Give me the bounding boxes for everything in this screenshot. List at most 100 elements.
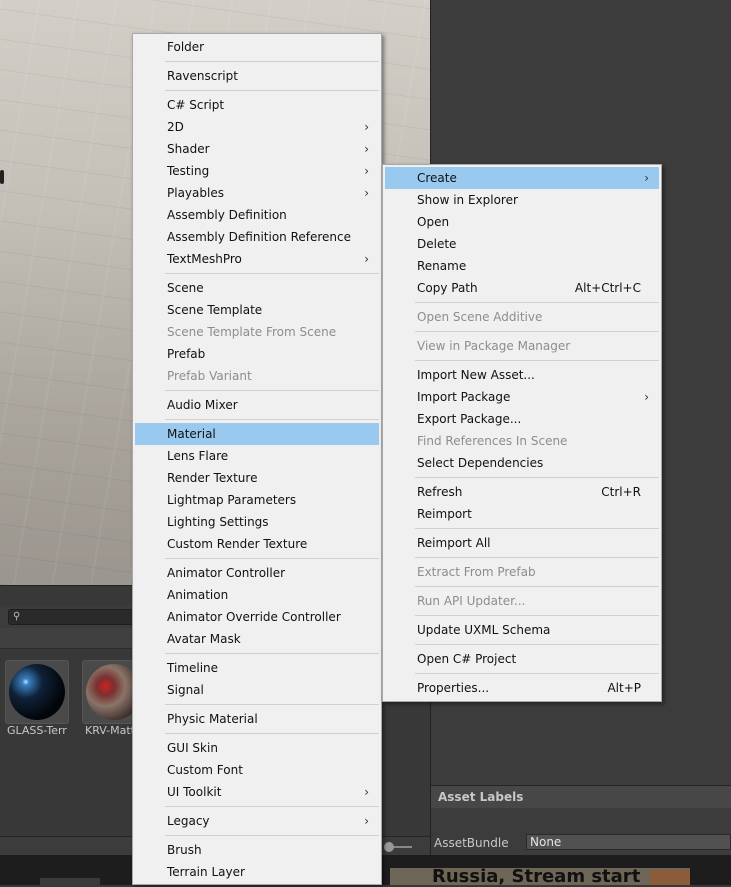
- menu-item-assembly-definition-reference[interactable]: Assembly Definition Reference: [135, 226, 379, 248]
- menu-item-label: Reimport: [417, 507, 472, 521]
- asset-labels-header[interactable]: Asset Labels: [431, 785, 731, 808]
- menu-separator: [415, 615, 659, 616]
- menu-item-custom-render-texture[interactable]: Custom Render Texture: [135, 533, 379, 555]
- menu-item-scene-template[interactable]: Scene Template: [135, 299, 379, 321]
- menu-item-label: Open: [417, 215, 450, 229]
- menu-item-gui-skin[interactable]: GUI Skin: [135, 737, 379, 759]
- menu-item-ravenscript[interactable]: Ravenscript: [135, 65, 379, 87]
- menu-item-select-dependencies[interactable]: Select Dependencies: [385, 452, 659, 474]
- menu-item-shader[interactable]: Shader ›: [135, 138, 379, 160]
- menu-item-run-api-updater: Run API Updater...: [385, 590, 659, 612]
- menu-item-folder[interactable]: Folder: [135, 36, 379, 58]
- menu-item-label: Material: [167, 427, 216, 441]
- menu-item-audio-mixer[interactable]: Audio Mixer: [135, 394, 379, 416]
- menu-item-import-package[interactable]: Import Package ›: [385, 386, 659, 408]
- menu-item-scene[interactable]: Scene: [135, 277, 379, 299]
- assetbundle-dropdown[interactable]: None: [526, 834, 731, 850]
- menu-item-import-new-asset[interactable]: Import New Asset...: [385, 364, 659, 386]
- menu-item-lighting-settings[interactable]: Lighting Settings: [135, 511, 379, 533]
- menu-separator: [415, 302, 659, 303]
- menu-item-update-uxml-schema[interactable]: Update UXML Schema: [385, 619, 659, 641]
- menu-item-show-in-explorer[interactable]: Show in Explorer: [385, 189, 659, 211]
- background-thumbnail: [650, 870, 690, 885]
- menu-separator: [165, 653, 379, 654]
- menu-separator: [415, 586, 659, 587]
- menu-item-signal[interactable]: Signal: [135, 679, 379, 701]
- menu-item-create[interactable]: Create ›: [385, 167, 659, 189]
- menu-item-assembly-definition[interactable]: Assembly Definition: [135, 204, 379, 226]
- menu-item-prefab-variant: Prefab Variant: [135, 365, 379, 387]
- menu-item-label: Rename: [417, 259, 467, 273]
- menu-item-animation[interactable]: Animation: [135, 584, 379, 606]
- menu-item-lightmap-parameters[interactable]: Lightmap Parameters: [135, 489, 379, 511]
- search-icon: ⚲: [13, 611, 21, 622]
- menu-item-reimport[interactable]: Reimport: [385, 503, 659, 525]
- chevron-right-icon: ›: [364, 785, 369, 799]
- menu-item-export-package[interactable]: Export Package...: [385, 408, 659, 430]
- menu-item-animator-override-controller[interactable]: Animator Override Controller: [135, 606, 379, 628]
- asset-name[interactable]: GLASS-Terr: [7, 724, 67, 737]
- menu-item-label: Render Texture: [167, 471, 258, 485]
- menu-separator: [165, 835, 379, 836]
- menu-item-custom-font[interactable]: Custom Font: [135, 759, 379, 781]
- menu-item-label: Legacy: [167, 814, 210, 828]
- menu-item-open[interactable]: Open: [385, 211, 659, 233]
- menu-item-label: Testing: [167, 164, 210, 178]
- material-sphere-icon: [9, 664, 65, 720]
- zoom-slider-knob[interactable]: [384, 842, 394, 852]
- menu-item-lens-flare[interactable]: Lens Flare: [135, 445, 379, 467]
- menu-item-label: Lightmap Parameters: [167, 493, 297, 507]
- menu-item-brush[interactable]: Brush: [135, 839, 379, 861]
- asset-thumbnail[interactable]: [5, 660, 69, 724]
- menu-item-label: Terrain Layer: [167, 865, 245, 879]
- menu-item-label: Animation: [167, 588, 229, 602]
- menu-item-label: Lens Flare: [167, 449, 229, 463]
- menu-separator: [165, 558, 379, 559]
- menu-item-label: Lighting Settings: [167, 515, 269, 529]
- menu-item-label: Audio Mixer: [167, 398, 238, 412]
- scene-object[interactable]: [0, 170, 4, 184]
- menu-separator: [165, 704, 379, 705]
- menu-item-2d[interactable]: 2D ›: [135, 116, 379, 138]
- menu-item-timeline[interactable]: Timeline: [135, 657, 379, 679]
- menu-item-ui-toolkit[interactable]: UI Toolkit ›: [135, 781, 379, 803]
- menu-separator: [165, 390, 379, 391]
- asset-name[interactable]: KRV-Matt: [85, 724, 135, 737]
- menu-item-render-texture[interactable]: Render Texture: [135, 467, 379, 489]
- menu-item-playables[interactable]: Playables ›: [135, 182, 379, 204]
- menu-item-terrain-layer[interactable]: Terrain Layer: [135, 861, 379, 883]
- menu-separator: [415, 331, 659, 332]
- menu-item-material[interactable]: Material: [135, 423, 379, 445]
- menu-item-textmeshpro[interactable]: TextMeshPro ›: [135, 248, 379, 270]
- menu-separator: [415, 644, 659, 645]
- menu-item-label: Avatar Mask: [167, 632, 241, 646]
- menu-item-open-c-project[interactable]: Open C# Project: [385, 648, 659, 670]
- menu-item-prefab[interactable]: Prefab: [135, 343, 379, 365]
- menu-item-reimport-all[interactable]: Reimport All: [385, 532, 659, 554]
- menu-item-physic-material[interactable]: Physic Material: [135, 708, 379, 730]
- menu-separator: [165, 90, 379, 91]
- menu-item-scene-template-from-scene: Scene Template From Scene: [135, 321, 379, 343]
- zoom-slider-track[interactable]: [394, 846, 412, 848]
- menu-separator: [415, 360, 659, 361]
- menu-item-refresh[interactable]: Refresh Ctrl+R: [385, 481, 659, 503]
- menu-item-properties[interactable]: Properties... Alt+P: [385, 677, 659, 699]
- menu-item-label: Run API Updater...: [417, 594, 526, 608]
- menu-item-copy-path[interactable]: Copy Path Alt+Ctrl+C: [385, 277, 659, 299]
- menu-item-avatar-mask[interactable]: Avatar Mask: [135, 628, 379, 650]
- menu-item-label: Reimport All: [417, 536, 491, 550]
- menu-item-c-script[interactable]: C# Script: [135, 94, 379, 116]
- menu-item-label: Export Package...: [417, 412, 522, 426]
- menu-item-label: GUI Skin: [167, 741, 218, 755]
- chevron-right-icon: ›: [364, 164, 369, 178]
- menu-item-label: Prefab: [167, 347, 206, 361]
- menu-item-legacy[interactable]: Legacy ›: [135, 810, 379, 832]
- menu-item-label: Playables: [167, 186, 224, 200]
- menu-item-testing[interactable]: Testing ›: [135, 160, 379, 182]
- menu-item-label: Signal: [167, 683, 204, 697]
- menu-item-shortcut: Alt+P: [607, 681, 641, 695]
- assetbundle-label: AssetBundle: [434, 836, 509, 850]
- menu-item-rename[interactable]: Rename: [385, 255, 659, 277]
- menu-item-delete[interactable]: Delete: [385, 233, 659, 255]
- menu-item-animator-controller[interactable]: Animator Controller: [135, 562, 379, 584]
